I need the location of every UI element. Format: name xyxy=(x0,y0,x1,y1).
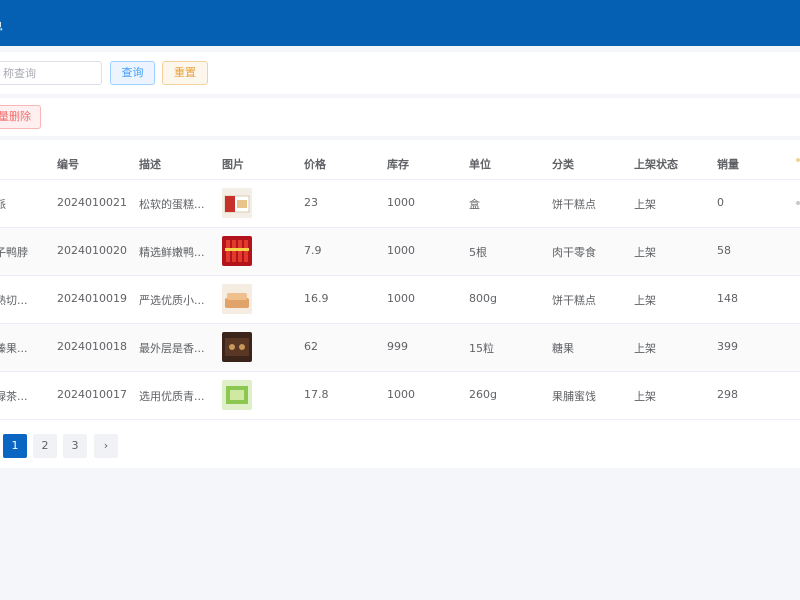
column-header-image: 图片 xyxy=(222,158,244,171)
cell-product-name: 鸡熟切... xyxy=(0,294,28,307)
cell-sales: 399 xyxy=(717,340,738,353)
table-row[interactable]: 伊榛果... 2024010018 最外层是香... 62 999 15粒 糖果 上架 399 xyxy=(0,324,800,372)
cell-status: 上架 xyxy=(634,198,656,211)
cell-code: 2024010017 xyxy=(57,388,127,401)
search-input[interactable] xyxy=(0,61,102,85)
cell-category: 肉干零食 xyxy=(552,246,596,259)
cell-price: 62 xyxy=(304,340,318,353)
cell-stock: 1000 xyxy=(387,292,415,305)
table-header: 编号 描述 图片 价格 库存 单位 分类 上架状态 销量 xyxy=(0,140,800,180)
cell-status: 上架 xyxy=(634,294,656,307)
cell-category: 糖果 xyxy=(552,342,574,355)
cell-sales: 0 xyxy=(717,196,724,209)
product-thumbnail[interactable] xyxy=(222,188,252,218)
cell-category: 饼干糕点 xyxy=(552,294,596,307)
page-2-button[interactable]: 2 xyxy=(33,434,57,458)
operation-panel: 批量删除 xyxy=(0,98,800,136)
cell-unit: 15粒 xyxy=(469,342,494,355)
product-thumbnail[interactable] xyxy=(222,236,252,266)
header-title: 息 xyxy=(0,18,3,34)
cell-price: 16.9 xyxy=(304,292,329,305)
page-3-button[interactable]: 3 xyxy=(63,434,87,458)
cell-product-name: 筒子鸭脖 xyxy=(0,246,28,259)
cell-description: 精选鲜嫩鸭... xyxy=(139,246,205,259)
cell-code: 2024010020 xyxy=(57,244,127,257)
cell-sales: 298 xyxy=(717,388,738,401)
row-edge-control[interactable] xyxy=(796,201,800,205)
table-row[interactable]: 金派 2024010021 松软的蛋糕... 23 1000 盒 饼干糕点 上架 0 xyxy=(0,180,800,228)
cell-stock: 999 xyxy=(387,340,408,353)
cell-stock: 1000 xyxy=(387,388,415,401)
cell-stock: 1000 xyxy=(387,196,415,209)
column-header-edge xyxy=(796,158,800,162)
cell-stock: 1000 xyxy=(387,244,415,257)
search-panel: 查询 重置 xyxy=(0,52,800,94)
cell-unit: 盒 xyxy=(469,198,480,211)
page-1-button[interactable]: 1 xyxy=(3,434,27,458)
column-header-code: 编号 xyxy=(57,158,79,171)
column-header-sales: 销量 xyxy=(717,158,739,171)
cell-description: 严选优质小... xyxy=(139,294,205,307)
cell-sales: 58 xyxy=(717,244,731,257)
cell-price: 7.9 xyxy=(304,244,322,257)
cell-description: 松软的蛋糕... xyxy=(139,198,205,211)
table-row[interactable]: 筒子鸭脖 2024010020 精选鲜嫩鸭... 7.9 1000 5根 肉干零食 上架 58 xyxy=(0,228,800,276)
cell-price: 23 xyxy=(304,196,318,209)
top-header-bar: 息 xyxy=(0,0,800,46)
cell-unit: 5根 xyxy=(469,246,487,259)
cell-product-name: 抹绿茶... xyxy=(0,390,28,403)
cell-product-name: 金派 xyxy=(0,198,6,211)
cell-code: 2024010018 xyxy=(57,340,127,353)
cell-product-name: 伊榛果... xyxy=(0,342,28,355)
batch-delete-button[interactable]: 批量删除 xyxy=(0,105,41,129)
cell-unit: 260g xyxy=(469,388,497,401)
cell-description: 选用优质青... xyxy=(139,390,205,403)
column-header-stock: 库存 xyxy=(387,158,409,171)
column-header-category: 分类 xyxy=(552,158,574,171)
column-header-unit: 单位 xyxy=(469,158,491,171)
column-header-status: 上架状态 xyxy=(634,158,678,171)
cell-sales: 148 xyxy=(717,292,738,305)
product-thumbnail[interactable] xyxy=(222,380,252,410)
column-header-desc: 描述 xyxy=(139,158,161,171)
cell-status: 上架 xyxy=(634,342,656,355)
pagination: 1 2 3 › xyxy=(0,434,800,462)
column-header-price: 价格 xyxy=(304,158,326,171)
reset-button[interactable]: 重置 xyxy=(162,61,208,85)
next-page-button[interactable]: › xyxy=(94,434,118,458)
cell-unit: 800g xyxy=(469,292,497,305)
cell-code: 2024010019 xyxy=(57,292,127,305)
cell-code: 2024010021 xyxy=(57,196,127,209)
table-row[interactable]: 鸡熟切... 2024010019 严选优质小... 16.9 1000 800g 饼干糕点… xyxy=(0,276,800,324)
cell-status: 上架 xyxy=(634,246,656,259)
cell-description: 最外层是香... xyxy=(139,342,205,355)
cell-category: 果脯蜜饯 xyxy=(552,390,596,403)
cell-status: 上架 xyxy=(634,390,656,403)
product-thumbnail[interactable] xyxy=(222,332,252,362)
query-button[interactable]: 查询 xyxy=(110,61,155,85)
product-thumbnail[interactable] xyxy=(222,284,252,314)
table-row[interactable]: 抹绿茶... 2024010017 选用优质青... 17.8 1000 260g 果脯蜜饯… xyxy=(0,372,800,420)
cell-price: 17.8 xyxy=(304,388,329,401)
cell-category: 饼干糕点 xyxy=(552,198,596,211)
product-table: 编号 描述 图片 价格 库存 单位 分类 上架状态 销量 金派 202401002… xyxy=(0,140,800,468)
